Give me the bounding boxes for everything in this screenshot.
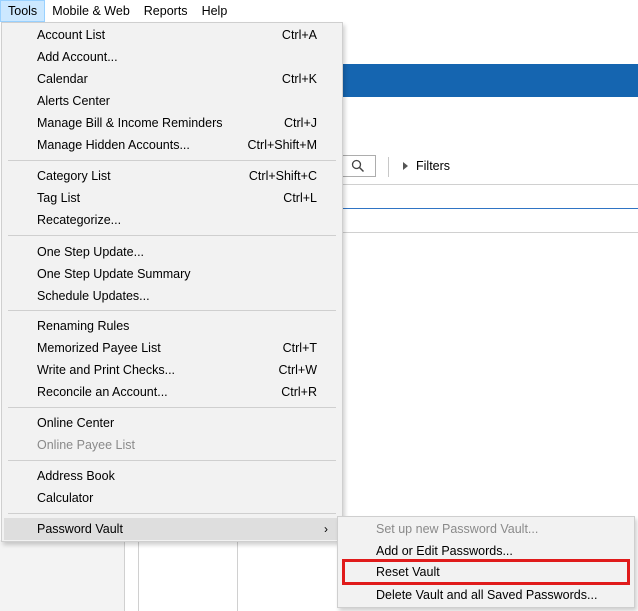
menu-item-online-payee-list: Online Payee List [4, 434, 340, 456]
menu-item-address-book[interactable]: Address Book [4, 465, 340, 487]
register-header-line [340, 208, 638, 209]
menu-item-label: Write and Print Checks... [37, 363, 176, 377]
menu-separator [8, 460, 336, 461]
menu-item-shortcut: Ctrl+L [283, 191, 317, 205]
menu-item-label: Alerts Center [37, 94, 110, 108]
menu-item-password-vault[interactable]: Password Vault › [4, 518, 340, 540]
menu-item-shortcut: Ctrl+R [281, 385, 317, 399]
menu-item-label: One Step Update Summary [37, 267, 191, 281]
submenu-item-label: Delete Vault and all Saved Passwords... [376, 588, 598, 602]
menu-item-tag-list[interactable]: Tag List Ctrl+L [4, 187, 340, 209]
column-divider [237, 540, 238, 611]
menu-item-label: Add Account... [37, 50, 118, 64]
menu-item-label: Renaming Rules [37, 319, 130, 333]
menu-item-renaming-rules[interactable]: Renaming Rules [4, 315, 340, 337]
column-divider [124, 540, 125, 611]
filters-label: Filters [416, 159, 451, 173]
submenu-item-label: Reset Vault [376, 565, 440, 579]
menu-item-label: Manage Hidden Accounts... [37, 138, 190, 152]
menu-item-label: One Step Update... [37, 245, 145, 259]
header-bar [340, 64, 638, 97]
menu-item-label: Manage Bill & Income Reminders [37, 116, 223, 130]
menu-item-category-list[interactable]: Category List Ctrl+Shift+C [4, 165, 340, 187]
menu-separator [8, 235, 336, 236]
menu-item-shortcut: Ctrl+K [281, 72, 317, 86]
tools-menu: Account List Ctrl+A Add Account... Calen… [1, 22, 343, 542]
menu-item-recategorize[interactable]: Recategorize... [4, 209, 340, 231]
password-vault-submenu: Set up new Password Vault... Add or Edit… [337, 516, 635, 608]
menu-item-label: Account List [37, 28, 106, 42]
filters-toggle[interactable]: Filters [402, 159, 450, 173]
toolbar-divider [388, 157, 389, 177]
menu-item-write-checks[interactable]: Write and Print Checks... Ctrl+W [4, 359, 340, 381]
submenu-item-setup-vault: Set up new Password Vault... [340, 518, 632, 540]
menu-item-label: Address Book [37, 469, 115, 483]
menu-item-shortcut: Ctrl+Shift+M [247, 138, 317, 152]
submenu-item-delete-vault[interactable]: Delete Vault and all Saved Passwords... [340, 584, 632, 606]
menu-item-label: Recategorize... [37, 213, 122, 227]
menu-item-bill-reminders[interactable]: Manage Bill & Income Reminders Ctrl+J [4, 112, 340, 134]
divider [340, 232, 638, 233]
menu-mobile-web[interactable]: Mobile & Web [45, 0, 137, 22]
menu-item-label: Tag List [37, 191, 81, 205]
sidebar-panel [0, 540, 124, 611]
menu-reports[interactable]: Reports [137, 0, 195, 22]
menu-separator [8, 310, 336, 311]
caret-right-icon [403, 162, 408, 170]
menu-item-one-step-update-summary[interactable]: One Step Update Summary [4, 263, 340, 285]
menu-item-label: Reconcile an Account... [37, 385, 168, 399]
menu-item-label: Online Center [37, 416, 115, 430]
menu-item-calculator[interactable]: Calculator [4, 487, 340, 509]
menu-item-label: Online Payee List [37, 438, 135, 452]
menu-item-reconcile-account[interactable]: Reconcile an Account... Ctrl+R [4, 381, 340, 403]
menu-item-hidden-accounts[interactable]: Manage Hidden Accounts... Ctrl+Shift+M [4, 134, 340, 156]
menu-item-shortcut: Ctrl+W [278, 363, 317, 377]
menu-item-shortcut: Ctrl+A [281, 28, 317, 42]
menu-tools[interactable]: Tools [0, 0, 46, 22]
divider [340, 184, 638, 185]
submenu-item-label: Add or Edit Passwords... [376, 544, 513, 558]
menu-item-label: Calculator [37, 491, 94, 505]
menu-separator [8, 407, 336, 408]
chevron-right-icon: › [324, 522, 328, 536]
menu-item-memorized-payee-list[interactable]: Memorized Payee List Ctrl+T [4, 337, 340, 359]
menu-item-label: Calendar [37, 72, 88, 86]
menu-item-label: Password Vault [37, 522, 123, 536]
menu-item-shortcut: Ctrl+J [284, 116, 317, 130]
menu-help[interactable]: Help [195, 0, 235, 22]
submenu-item-label: Set up new Password Vault... [376, 522, 539, 536]
menu-item-add-account[interactable]: Add Account... [4, 46, 340, 68]
menu-item-online-center[interactable]: Online Center [4, 412, 340, 434]
menu-item-label: Schedule Updates... [37, 289, 150, 303]
search-button[interactable] [340, 155, 376, 177]
menu-item-account-list[interactable]: Account List Ctrl+A [4, 24, 340, 46]
menu-separator [8, 160, 336, 161]
menu-item-shortcut: Ctrl+T [282, 341, 317, 355]
menu-separator [8, 513, 336, 514]
menu-bar: Tools Mobile & Web Reports Help [0, 0, 638, 22]
menu-item-label: Category List [37, 169, 111, 183]
menu-item-schedule-updates[interactable]: Schedule Updates... [4, 285, 340, 307]
submenu-item-reset-vault[interactable]: Reset Vault [342, 559, 630, 585]
menu-item-one-step-update[interactable]: One Step Update... [4, 241, 340, 263]
menu-item-calendar[interactable]: Calendar Ctrl+K [4, 68, 340, 90]
menu-item-alerts-center[interactable]: Alerts Center [4, 90, 340, 112]
column-divider [138, 540, 139, 611]
menu-item-label: Memorized Payee List [37, 341, 161, 355]
search-icon [351, 159, 364, 173]
menu-item-shortcut: Ctrl+Shift+C [248, 169, 317, 183]
